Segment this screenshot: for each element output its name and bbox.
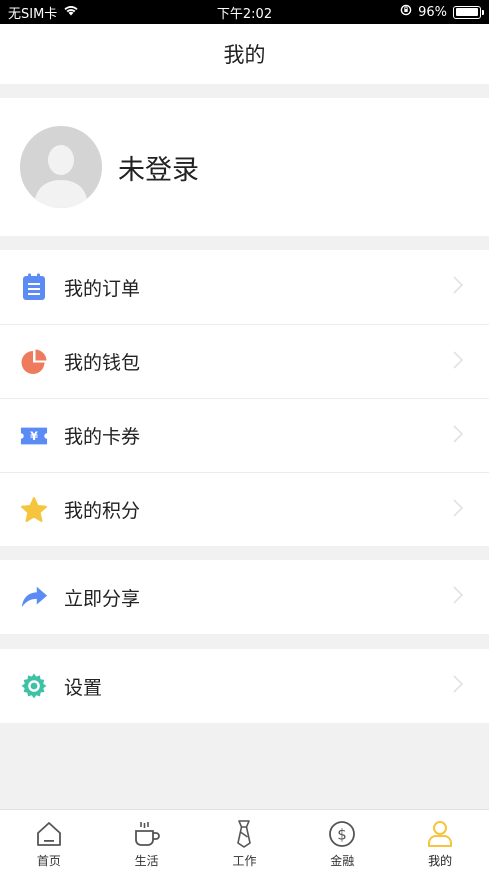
share-arrow-icon bbox=[20, 583, 48, 611]
chevron-right-icon bbox=[453, 424, 464, 447]
star-icon bbox=[20, 496, 48, 524]
person-icon bbox=[427, 818, 453, 850]
gear-icon bbox=[20, 672, 48, 700]
menu-group-settings: 设置 bbox=[0, 649, 489, 723]
tab-label: 生活 bbox=[134, 854, 159, 868]
menu-label: 我的积分 bbox=[64, 500, 141, 522]
tab-finance[interactable]: $ 金融 bbox=[294, 818, 391, 869]
menu-item-points[interactable]: 我的积分 bbox=[0, 472, 489, 546]
battery-icon bbox=[453, 5, 484, 19]
tie-icon bbox=[232, 818, 256, 850]
avatar[interactable] bbox=[20, 126, 102, 208]
menu-label: 我的订单 bbox=[64, 277, 141, 300]
tab-work[interactable]: 工作 bbox=[196, 818, 293, 869]
orientation-lock-icon bbox=[400, 4, 412, 20]
menu-item-orders[interactable]: 我的订单 bbox=[0, 250, 489, 324]
status-left: 无SIM卡 bbox=[8, 3, 79, 22]
menu-label: 我的钱包 bbox=[64, 352, 141, 374]
wifi-icon bbox=[63, 4, 79, 20]
menu-label: 我的卡券 bbox=[64, 426, 141, 448]
nav-bar: 我的 bbox=[0, 24, 489, 84]
carrier-text: 无SIM卡 bbox=[8, 6, 58, 22]
battery-percent: 96% bbox=[418, 4, 447, 20]
menu-item-settings[interactable]: 设置 bbox=[0, 649, 489, 723]
battery-fill bbox=[455, 8, 478, 16]
svg-text:$: $ bbox=[338, 826, 348, 844]
login-status[interactable]: 未登录 bbox=[118, 148, 199, 187]
tab-mine[interactable]: 我的 bbox=[392, 818, 489, 869]
tab-bar: 首页 生活 工作 $ 金融 我的 bbox=[0, 809, 489, 875]
tab-label: 工作 bbox=[232, 854, 257, 868]
default-avatar-icon bbox=[20, 126, 102, 208]
tab-home[interactable]: 首页 bbox=[0, 818, 97, 869]
page-title: 我的 bbox=[223, 43, 266, 67]
chevron-right-icon bbox=[453, 675, 464, 697]
coffee-icon bbox=[132, 818, 162, 850]
profile-card[interactable]: 未登录 bbox=[0, 98, 489, 236]
status-bar: 无SIM卡 下午2:02 96% bbox=[0, 0, 489, 24]
ticket-icon: ¥ bbox=[20, 422, 48, 450]
tab-label: 首页 bbox=[36, 854, 61, 868]
menu-group-share: 立即分享 bbox=[0, 560, 489, 634]
tab-label: 金融 bbox=[330, 854, 355, 868]
clipboard-icon bbox=[20, 273, 48, 301]
chevron-right-icon bbox=[453, 586, 464, 608]
pie-chart-icon bbox=[20, 348, 48, 376]
menu-label: 立即分享 bbox=[64, 587, 141, 610]
dollar-icon: $ bbox=[328, 818, 356, 850]
chevron-right-icon bbox=[453, 350, 464, 373]
menu-item-wallet[interactable]: 我的钱包 bbox=[0, 324, 489, 398]
status-right: 96% bbox=[400, 4, 484, 20]
tab-label: 我的 bbox=[428, 854, 453, 868]
menu-label: 设置 bbox=[64, 676, 103, 699]
menu-item-coupons[interactable]: ¥ 我的卡券 bbox=[0, 398, 489, 472]
home-icon bbox=[35, 818, 63, 850]
menu-item-share[interactable]: 立即分享 bbox=[0, 560, 489, 634]
menu-group-main: 我的订单 我的钱包 ¥ 我的卡券 我的积分 bbox=[0, 250, 489, 546]
tab-life[interactable]: 生活 bbox=[98, 818, 195, 869]
chevron-right-icon bbox=[453, 276, 464, 298]
svg-text:¥: ¥ bbox=[30, 430, 38, 443]
chevron-right-icon bbox=[453, 498, 464, 521]
